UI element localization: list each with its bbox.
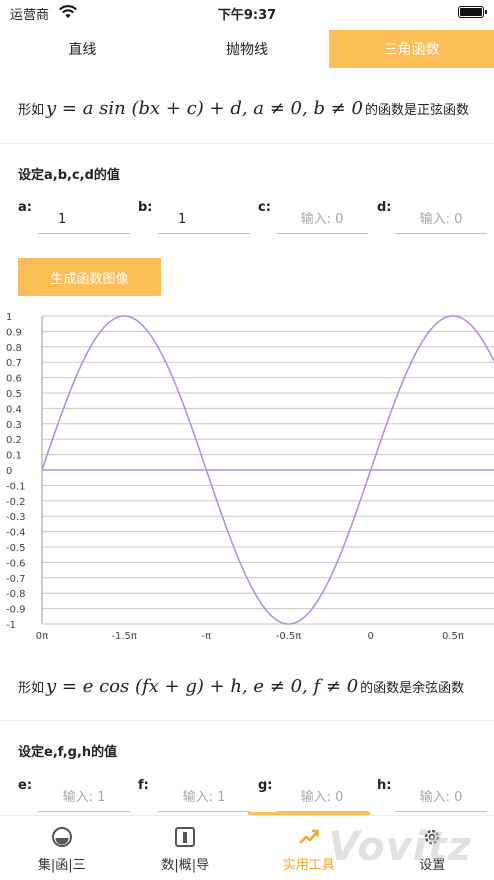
x-tick-label: 0 — [368, 631, 374, 642]
y-tick-label: 0.8 — [6, 343, 22, 354]
cosine-formula: 形如 y = e cos (fx + g) + h, e ≠ 0, f ≠ 0 … — [18, 676, 464, 697]
y-tick-label: -0.6 — [6, 558, 26, 569]
param-d-input[interactable] — [395, 206, 487, 234]
square-chart-icon — [175, 827, 196, 847]
battery-tip — [485, 10, 487, 14]
y-tick-label: -0.1 — [6, 481, 26, 492]
cosine-formula-expression: y = e cos (fx + g) + h, e ≠ 0, f ≠ 0 — [46, 676, 359, 697]
param-b-label: b: — [138, 200, 153, 215]
param-f-label: f: — [138, 778, 149, 793]
battery-icon — [458, 6, 484, 18]
y-tick-label: 0.7 — [6, 358, 22, 369]
cosine-set-label: 设定e,f,g,h的值 — [18, 745, 118, 760]
param-e-label: e: — [18, 778, 33, 793]
tab-parabola[interactable]: 抛物线 — [165, 30, 330, 68]
cosine-suffix: 的函数是余弦函数 — [360, 681, 465, 696]
y-tick-label: -0.5 — [6, 543, 26, 554]
y-tick-label: 0.2 — [6, 435, 22, 446]
y-tick-label: -1 — [6, 620, 16, 631]
param-a-label: a: — [18, 200, 32, 215]
cosine-prefix: 形如 — [18, 681, 45, 696]
status-bar: 运营商 下午9:37 — [0, 0, 494, 28]
nav-item-numbers-probability[interactable]: 数|概|导 — [124, 816, 248, 880]
y-tick-label: -0.2 — [6, 497, 26, 508]
sine-formula-expression: y = a sin (bx + c) + d, a ≠ 0, b ≠ 0 — [46, 98, 363, 119]
x-tick-label: -0.5π — [276, 631, 302, 642]
y-tick-label: -0.3 — [6, 512, 26, 523]
function-type-tabs: 直线 抛物线 三角函数 — [0, 30, 494, 68]
y-tick-label: -0.7 — [6, 574, 26, 585]
circle-half-icon — [51, 827, 72, 847]
sine-set-label: 设定a,b,c,d的值 — [18, 168, 120, 183]
y-tick-label: 0.3 — [6, 420, 22, 431]
nav-item-label: 实用工具 — [282, 858, 335, 873]
watermark-logo: Vovitz — [328, 824, 472, 870]
y-tick-label: 0.5 — [6, 389, 22, 400]
nav-item-label: 数|概|导 — [161, 858, 210, 873]
y-tick-label: 0.6 — [6, 374, 22, 385]
param-g-input[interactable] — [276, 784, 368, 812]
trend-up-icon — [298, 829, 319, 844]
y-tick-label: -0.9 — [6, 605, 26, 616]
nav-item-label: 集|函|三 — [37, 858, 86, 873]
y-tick-label: 0.4 — [6, 404, 22, 415]
function-chart-svg: 1 0.9 0.8 0.7 0.6 0.5 0.4 0.3 0.2 0.1 0 -0.1 -0.2 -0.… — [6, 312, 494, 642]
param-c-input[interactable] — [276, 206, 368, 234]
sine-suffix: 的函数是正弦函数 — [364, 103, 469, 118]
tab-trig[interactable]: 三角函数 — [329, 30, 494, 68]
param-h-label: h: — [377, 778, 392, 793]
x-tick-label: -1.5π — [111, 631, 137, 642]
param-h-input[interactable] — [395, 784, 487, 812]
y-tick-label: 0.9 — [6, 327, 22, 338]
x-tick-label: 0.5π — [442, 631, 464, 642]
y-tick-label: 0 — [6, 466, 12, 477]
param-e-input[interactable] — [38, 784, 130, 812]
function-chart: 1 0.9 0.8 0.7 0.6 0.5 0.4 0.3 0.2 0.1 0 -0.1 -0.2 -0.… — [0, 306, 494, 646]
x-tick-label: 0π — [36, 631, 48, 642]
y-tick-label: 0.1 — [6, 451, 22, 462]
y-tick-label: -0.4 — [6, 528, 26, 539]
tab-line[interactable]: 直线 — [0, 30, 165, 68]
param-g-label: g: — [258, 778, 273, 793]
clock: 下午9:37 — [217, 8, 277, 23]
y-tick-label: 1 — [6, 312, 12, 323]
param-c-label: c: — [258, 200, 271, 215]
generate-graph-button[interactable]: 生成函数图像 — [18, 258, 161, 296]
divider — [0, 720, 494, 721]
nav-item-sets-functions-trig[interactable]: 集|函|三 — [0, 816, 124, 880]
param-b-input[interactable] — [158, 206, 250, 234]
x-tick-label: -π — [202, 631, 212, 642]
y-tick-label: -0.8 — [6, 589, 26, 600]
sine-prefix: 形如 — [18, 103, 45, 118]
param-d-label: d: — [377, 200, 392, 215]
param-f-input[interactable] — [158, 784, 250, 812]
divider — [0, 143, 494, 144]
param-a-input[interactable] — [38, 206, 130, 234]
sine-formula: 形如 y = a sin (bx + c) + d, a ≠ 0, b ≠ 0 … — [18, 98, 469, 119]
